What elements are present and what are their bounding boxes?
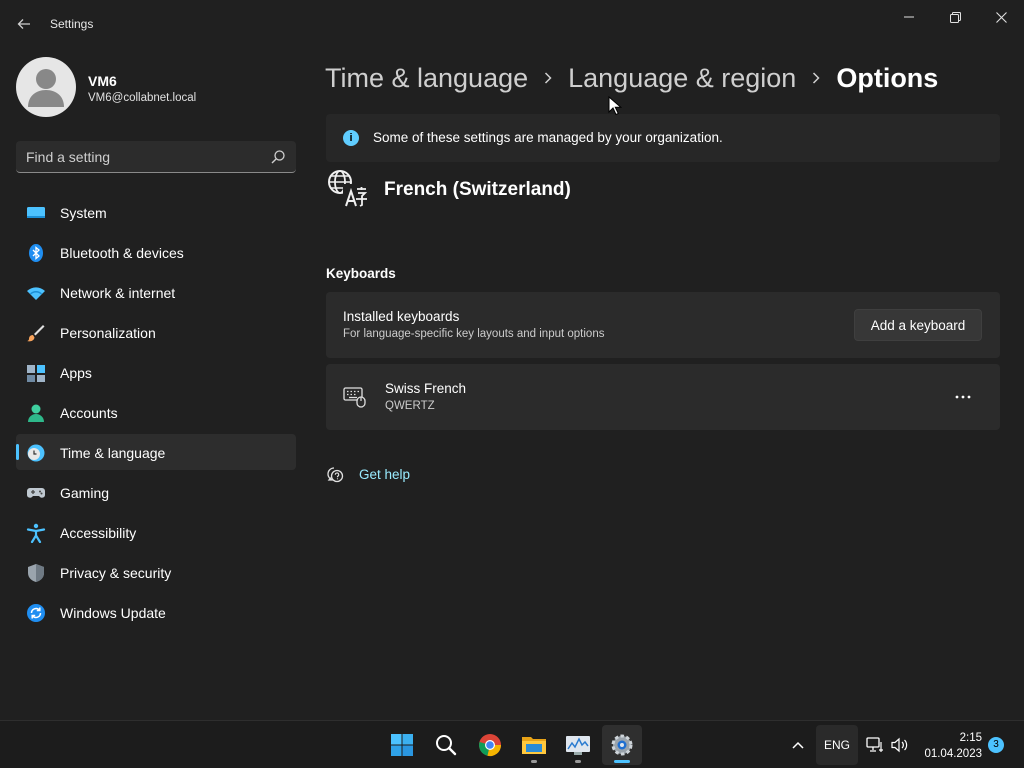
search-box[interactable] (16, 141, 296, 173)
clock[interactable]: 2:15 01.04.2023 (924, 730, 982, 762)
sidebar-item-apps[interactable]: Apps (16, 354, 296, 390)
back-arrow-icon (17, 19, 30, 29)
keyboard-icon (343, 387, 366, 408)
add-keyboard-button[interactable]: Add a keyboard (854, 309, 982, 341)
sidebar-item-windows-update[interactable]: Windows Update (16, 594, 296, 630)
wifi-icon (27, 287, 45, 300)
taskbar-chrome[interactable] (470, 725, 510, 765)
info-icon: i (343, 130, 359, 146)
taskbar-search-button[interactable] (426, 725, 466, 765)
shield-icon (28, 564, 44, 582)
avatar[interactable] (16, 57, 76, 117)
help-icon (327, 467, 344, 483)
user-silhouette-icon (28, 69, 64, 107)
chrome-icon (479, 734, 502, 757)
input-language-label: ENG (823, 738, 850, 752)
accessibility-icon (26, 523, 46, 543)
show-hidden-icons-button[interactable] (786, 725, 810, 765)
breadcrumb-separator (796, 71, 836, 85)
sidebar-item-gaming[interactable]: Gaming (16, 474, 296, 510)
bluetooth-icon (29, 244, 43, 262)
breadcrumb-time-language[interactable]: Time & language (325, 63, 528, 94)
active-indicator (614, 760, 630, 763)
minimize-button[interactable] (886, 2, 932, 32)
gamepad-icon (27, 488, 45, 498)
volume-button[interactable] (888, 725, 912, 765)
sidebar-item-accessibility[interactable]: Accessibility (16, 514, 296, 550)
managed-info-bar: i Some of these settings are managed by … (326, 114, 1000, 162)
taskbar: ENG 2:15 01.04.2023 3 (0, 720, 1024, 768)
search-input[interactable] (26, 141, 266, 172)
installed-keyboards-card: Installed keyboards For language-specifi… (326, 292, 1000, 358)
back-button[interactable] (10, 10, 38, 38)
managed-info-text: Some of these settings are managed by yo… (373, 130, 723, 145)
language-title: French (Switzerland) (384, 179, 571, 200)
clock-time: 2:15 (959, 732, 982, 744)
more-icon (955, 395, 971, 399)
search-icon[interactable] (270, 149, 286, 165)
windows-logo-icon (391, 734, 413, 756)
taskbar-resource-monitor[interactable] (558, 725, 598, 765)
restore-button[interactable] (932, 2, 978, 32)
sidebar-item-accounts[interactable]: Accounts (16, 394, 296, 430)
sidebar-item-network[interactable]: Network & internet (16, 274, 296, 310)
clock-date: 01.04.2023 (924, 748, 982, 760)
breadcrumb-language-region[interactable]: Language & region (568, 63, 796, 94)
notification-badge[interactable]: 3 (988, 737, 1004, 753)
taskbar-settings[interactable] (602, 725, 642, 765)
sidebar-item-personalization[interactable]: Personalization (16, 314, 296, 350)
brush-icon (27, 325, 45, 342)
update-icon (27, 604, 45, 622)
input-language-indicator[interactable]: ENG (816, 725, 858, 765)
running-indicator (575, 760, 581, 763)
start-button[interactable] (382, 725, 422, 765)
monitor-chart-icon (566, 736, 590, 755)
installed-keyboards-subtitle: For language-specific key layouts and in… (343, 328, 605, 340)
taskbar-file-explorer[interactable] (514, 725, 554, 765)
title-bar: Settings (0, 0, 1024, 48)
user-email: VM6@collabnet.local (88, 92, 197, 104)
sidebar-item-bluetooth[interactable]: Bluetooth & devices (16, 234, 296, 270)
breadcrumb-separator (528, 71, 568, 85)
system-icon (27, 207, 45, 218)
keyboard-item-swiss-french[interactable]: Swiss French QWERTZ (326, 364, 1000, 430)
apps-icon (27, 365, 45, 382)
running-indicator (531, 760, 537, 763)
close-button[interactable] (978, 2, 1024, 32)
time-language-icon (27, 444, 45, 462)
sidebar-item-system[interactable]: System (16, 194, 296, 230)
page-title: Options (836, 62, 939, 93)
volume-icon (891, 737, 908, 753)
user-name: VM6 (88, 73, 117, 89)
minimize-icon (904, 16, 914, 18)
search-icon (436, 735, 457, 756)
chevron-up-icon (792, 741, 804, 749)
chevron-right-icon (813, 72, 820, 84)
sidebar-item-privacy[interactable]: Privacy & security (16, 554, 296, 590)
network-monitor-icon (866, 737, 883, 752)
keyboard-layout: QWERTZ (385, 400, 435, 412)
more-options-button[interactable] (948, 384, 978, 410)
accounts-icon (28, 404, 44, 422)
app-title: Settings (50, 17, 94, 31)
settings-gear-icon (611, 734, 633, 756)
language-icon (328, 170, 368, 207)
folder-icon (522, 737, 546, 754)
close-icon (995, 11, 1007, 23)
sidebar-item-time-language[interactable]: Time & language (16, 434, 296, 470)
network-status-button[interactable] (864, 725, 886, 765)
mouse-cursor-icon (608, 96, 622, 116)
get-help-link[interactable]: Get help (359, 467, 410, 482)
breadcrumb: Time & language Language & region Option… (325, 58, 938, 98)
keyboard-name: Swiss French (385, 381, 467, 396)
chevron-right-icon (545, 72, 552, 84)
keyboards-section-header: Keyboards (326, 266, 396, 281)
installed-keyboards-title: Installed keyboards (343, 309, 460, 324)
sidebar-nav: System Bluetooth & devices Network & int… (16, 194, 296, 634)
restore-icon (949, 11, 961, 23)
